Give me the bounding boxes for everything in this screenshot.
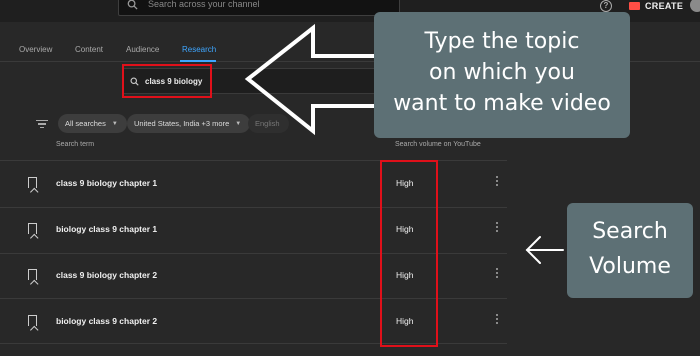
annotation-line: Volume — [589, 254, 671, 279]
annotation-line: want to make video — [393, 91, 611, 116]
annotation-line: Search — [592, 219, 668, 244]
annotation-line: Type the topic — [424, 29, 580, 54]
volume-annotation: Search Volume — [567, 203, 693, 298]
topic-annotation: Type the topic on which you want to make… — [374, 12, 630, 138]
left-pointer-icon — [525, 236, 564, 264]
annotation-line: on which you — [429, 60, 575, 85]
left-arrow-icon — [244, 23, 378, 136]
